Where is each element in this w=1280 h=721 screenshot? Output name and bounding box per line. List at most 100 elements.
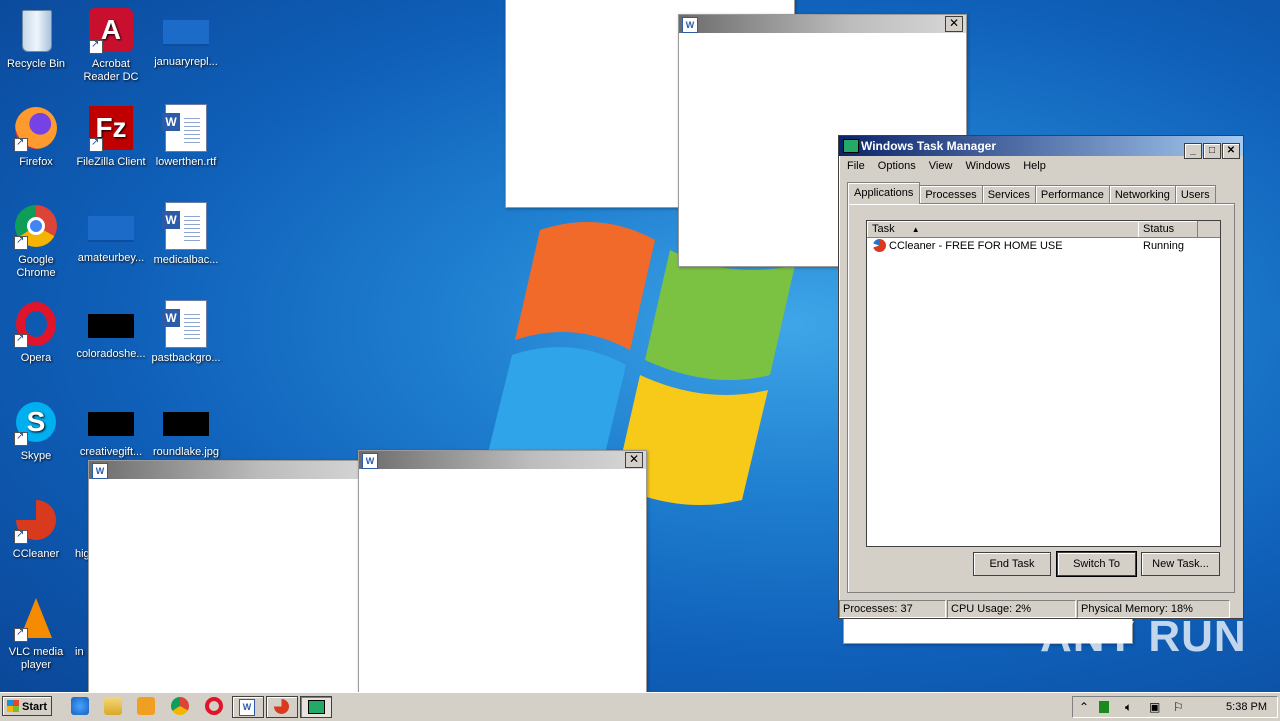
- file-explorer-icon[interactable]: [104, 697, 122, 715]
- applications-panel: Task ▲ Status CCleaner - FREE FOR HOME U…: [847, 203, 1235, 593]
- column-header-task[interactable]: Task ▲: [867, 221, 1139, 237]
- switch-to-button[interactable]: Switch To: [1056, 551, 1137, 577]
- blank-word-window-bottom-center[interactable]: W ✕: [358, 450, 647, 694]
- task-manager-titlebar[interactable]: Windows Task Manager _ □ ✕: [839, 136, 1243, 159]
- desktop-icon-label: roundlake.jpg: [152, 446, 220, 458]
- task-list[interactable]: Task ▲ Status CCleaner - FREE FOR HOME U…: [866, 220, 1221, 547]
- menu-help[interactable]: Help: [1023, 160, 1046, 172]
- end-task-button[interactable]: End Task: [973, 552, 1051, 576]
- new-task-button[interactable]: New Task...: [1141, 552, 1220, 576]
- desktop-icon-lowerthen[interactable]: W lowerthen.rtf: [150, 104, 222, 169]
- action-center-flag-icon[interactable]: ⚐: [1173, 700, 1184, 714]
- start-button[interactable]: Start: [2, 696, 52, 716]
- menu-windows[interactable]: Windows: [966, 160, 1011, 172]
- desktop-icon-amateurbey[interactable]: amateurbey...: [75, 202, 147, 265]
- desktop-icon-vlc[interactable]: VLC media player: [0, 594, 72, 672]
- tab-users[interactable]: Users: [1174, 185, 1216, 204]
- task-manager-icon: [843, 139, 859, 153]
- desktop-icon-label: Skype: [20, 450, 52, 462]
- desktop-icon-label: Firefox: [19, 156, 53, 168]
- minimize-icon[interactable]: _: [1184, 143, 1202, 159]
- desktop-icon-januaryrepl[interactable]: januaryrepl...: [150, 6, 222, 69]
- desktop-icon-pastbackgro[interactable]: W pastbackgro...: [150, 300, 222, 365]
- anyrun-watermark: ANY RUN: [1040, 612, 1247, 661]
- desktop-icon-opera[interactable]: Opera: [0, 300, 72, 365]
- table-row[interactable]: CCleaner - FREE FOR HOME USE Running: [867, 238, 1220, 254]
- menu-options[interactable]: Options: [878, 160, 916, 172]
- skype-icon: S: [12, 398, 60, 446]
- desktop-icon-label: januaryrepl...: [154, 56, 218, 68]
- desktop-icon-label: creativegift...: [79, 446, 143, 458]
- desktop-icon-firefox[interactable]: Firefox: [0, 104, 72, 169]
- shortcut-arrow-icon: [14, 430, 28, 446]
- window-titlebar[interactable]: W: [89, 461, 379, 479]
- clock[interactable]: 5:38 PM: [1226, 697, 1267, 717]
- chrome-icon: [12, 202, 60, 250]
- word-icon: W: [239, 699, 255, 716]
- taskbar-button-ccleaner[interactable]: [266, 696, 298, 718]
- blank-word-window-bottom-left[interactable]: W: [88, 460, 380, 694]
- firefox-icon: [12, 104, 60, 152]
- desktop-icon-medicalbac[interactable]: W medicalbac...: [150, 202, 222, 267]
- word-document-icon: W: [162, 202, 210, 250]
- task-manager-tray-icon[interactable]: [1099, 701, 1109, 713]
- file-thumbnail-icon: [88, 412, 134, 436]
- shortcut-arrow-icon: [89, 38, 103, 54]
- word-icon: W: [92, 463, 108, 479]
- system-tray: ⌃ 🔈︎ ▣ ⚐ 5:38 PM: [1072, 696, 1278, 718]
- chrome-icon[interactable]: [171, 697, 189, 715]
- shortcut-arrow-icon: [14, 528, 28, 544]
- desktop-icon-label: pastbackgro...: [151, 352, 221, 364]
- acrobat-icon: A: [87, 6, 135, 54]
- desktop-icon-creativegift[interactable]: creativegift...: [75, 398, 147, 459]
- tab-applications[interactable]: Applications: [847, 182, 921, 204]
- task-manager-window[interactable]: Windows Task Manager _ □ ✕ File Options Vi…: [838, 135, 1244, 619]
- tab-processes[interactable]: Processes: [919, 185, 983, 204]
- desktop-icon-recycle-bin[interactable]: Recycle Bin: [0, 6, 72, 71]
- close-icon[interactable]: ✕: [625, 452, 643, 468]
- ccleaner-icon: [274, 699, 289, 714]
- shortcut-arrow-icon: [89, 136, 103, 152]
- shortcut-arrow-icon: [14, 626, 28, 642]
- maximize-icon[interactable]: □: [1203, 143, 1221, 159]
- tab-performance[interactable]: Performance: [1034, 185, 1110, 204]
- tab-services[interactable]: Services: [981, 185, 1036, 204]
- file-thumbnail-icon: [163, 412, 209, 436]
- file-thumbnail-icon: [88, 216, 134, 242]
- task-manager-icon: [308, 700, 325, 714]
- desktop-icon-label: lowerthen.rtf: [155, 156, 217, 168]
- network-icon[interactable]: ▣: [1149, 700, 1160, 714]
- close-icon[interactable]: ✕: [945, 16, 963, 32]
- chevron-up-icon[interactable]: ⌃: [1079, 700, 1089, 714]
- ccleaner-icon: [12, 496, 60, 544]
- task-status: Running: [1143, 240, 1184, 252]
- media-player-icon[interactable]: [137, 697, 155, 715]
- menu-bar: File Options View Windows Help: [839, 156, 1243, 176]
- column-header-status[interactable]: Status: [1138, 221, 1198, 237]
- menu-file[interactable]: File: [847, 160, 865, 172]
- file-thumbnail-icon: [88, 314, 134, 338]
- filezilla-icon: Fz: [87, 104, 135, 152]
- menu-view[interactable]: View: [929, 160, 953, 172]
- desktop-icon-coloradoshe[interactable]: coloradoshe...: [75, 300, 147, 361]
- desktop-icon-acrobat-reader[interactable]: A Acrobat Reader DC: [75, 6, 147, 84]
- window-titlebar[interactable]: W ✕: [359, 451, 646, 469]
- ccleaner-icon: [873, 239, 886, 252]
- opera-icon[interactable]: [205, 697, 223, 715]
- taskbar-button-task-manager[interactable]: [300, 696, 332, 718]
- internet-explorer-icon[interactable]: [71, 697, 89, 715]
- desktop-icon-chrome[interactable]: Google Chrome: [0, 202, 72, 280]
- desktop-icon-skype[interactable]: S Skype: [0, 398, 72, 463]
- taskbar-button-word[interactable]: W: [232, 696, 264, 718]
- desktop-icon-roundlake[interactable]: roundlake.jpg: [150, 398, 222, 459]
- volume-icon[interactable]: 🔈︎: [1125, 700, 1132, 714]
- desktop-icon-label: coloradoshe...: [76, 348, 146, 360]
- word-icon: W: [362, 453, 378, 469]
- desktop-icon-filezilla[interactable]: Fz FileZilla Client: [75, 104, 147, 169]
- desktop-icon-ccleaner[interactable]: CCleaner: [0, 496, 72, 561]
- desktop-icon-label: VLC media player: [8, 646, 64, 671]
- window-titlebar[interactable]: W ✕: [679, 15, 966, 33]
- shortcut-arrow-icon: [14, 332, 28, 348]
- tab-networking[interactable]: Networking: [1108, 185, 1176, 204]
- close-icon[interactable]: ✕: [1222, 143, 1240, 159]
